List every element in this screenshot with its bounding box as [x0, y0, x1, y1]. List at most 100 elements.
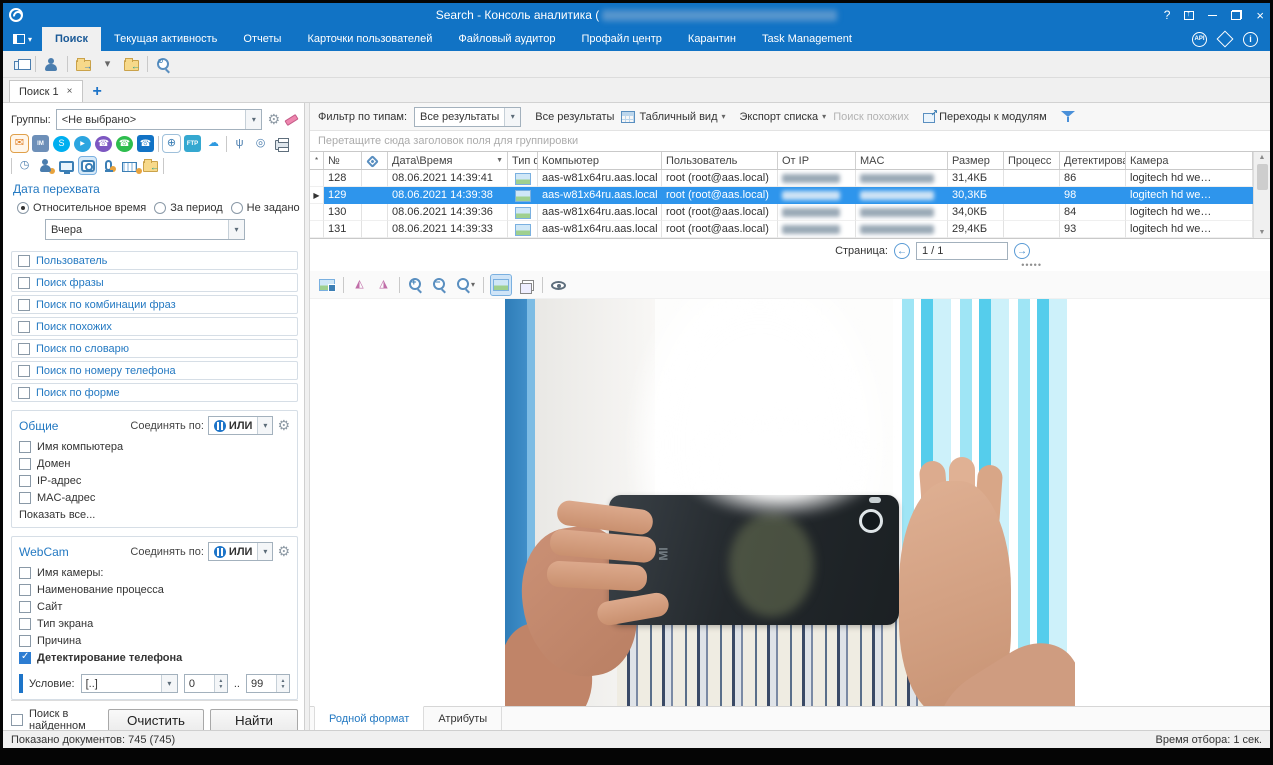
column-header-5[interactable]: Компьютер	[538, 152, 662, 169]
monitor-icon[interactable]	[58, 157, 75, 174]
groups-select[interactable]: <Не выбрано> ▾	[56, 109, 263, 130]
filter-panel-3[interactable]: Поиск похожих	[11, 317, 298, 336]
spinner-arrows-icon[interactable]: ▲▼	[276, 675, 289, 692]
mail-icon[interactable]: ✉	[11, 135, 28, 152]
join-by-select[interactable]: ИЛИ ▾	[208, 416, 274, 435]
clock-icon[interactable]: ◷	[16, 157, 33, 174]
column-header-8[interactable]: MAC	[856, 152, 948, 169]
webcam-icon[interactable]	[79, 157, 96, 174]
zoom-level-icon[interactable]: ▾	[455, 276, 476, 293]
search-in-found-checkbox[interactable]	[11, 714, 23, 726]
cloud-icon[interactable]: ☁	[205, 135, 222, 152]
scroll-up-icon[interactable]: ▲	[1259, 154, 1266, 161]
save-image-icon[interactable]	[318, 276, 336, 293]
eraser-icon[interactable]	[284, 114, 298, 126]
checkbox[interactable]	[19, 635, 31, 647]
main-menu-button[interactable]: ▾	[3, 27, 42, 51]
column-header-6[interactable]: Пользователь	[662, 152, 778, 169]
join-by-select[interactable]: ИЛИ ▾	[208, 542, 274, 561]
minimize-button[interactable]	[1208, 15, 1217, 16]
usb-icon[interactable]: ψ	[231, 135, 248, 152]
info-icon[interactable]: i	[1243, 32, 1258, 47]
checkbox[interactable]	[18, 277, 30, 289]
column-header-0[interactable]: *	[310, 152, 324, 169]
column-header-11[interactable]: Детектирова	[1060, 152, 1126, 169]
user-search-icon[interactable]	[43, 56, 60, 73]
find-button[interactable]: Найти	[210, 709, 298, 731]
menu-tab-user-cards[interactable]: Карточки пользователей	[294, 27, 445, 51]
filter-panel-1[interactable]: Поиск фразы	[11, 273, 298, 292]
column-header-4[interactable]: Тип фа	[508, 152, 538, 169]
viber-icon[interactable]: ☎	[95, 136, 112, 152]
copy-image-icon[interactable]	[518, 276, 535, 293]
id-search-icon[interactable]: ID	[155, 56, 172, 73]
ftp-icon[interactable]: FTP	[184, 135, 201, 152]
checkbox-item[interactable]: Детектирование телефона	[19, 650, 290, 666]
column-header-10[interactable]: Процесс	[1004, 152, 1060, 169]
zoom-out-icon[interactable]: −	[431, 276, 448, 293]
tab-attributes[interactable]: Атрибуты	[424, 707, 502, 730]
goto-modules-button[interactable]: Переходы к модулям	[923, 111, 1047, 123]
checkbox[interactable]	[19, 601, 31, 613]
spinner-arrows-icon[interactable]: ▲▼	[214, 675, 227, 692]
rotate-right-icon[interactable]: ◮	[375, 276, 392, 293]
filter-funnel-icon[interactable]	[1061, 110, 1075, 123]
checkbox-item[interactable]: Причина	[19, 633, 290, 649]
radio-period[interactable]: За период	[154, 202, 222, 214]
checkbox[interactable]	[19, 441, 31, 453]
page-input[interactable]: 1 / 1	[916, 242, 1008, 260]
radio-not-set[interactable]: Не задано	[231, 202, 300, 214]
next-page-button[interactable]: →	[1014, 243, 1030, 259]
folder-import-icon[interactable]	[123, 56, 140, 73]
pin-window-button[interactable]	[1184, 11, 1194, 20]
menu-tab-profile-center[interactable]: Профайл центр	[568, 27, 674, 51]
scroll-down-icon[interactable]: ▼	[1259, 229, 1266, 236]
filter-panel-0[interactable]: Пользователь	[11, 251, 298, 270]
checkbox-item[interactable]: Имя компьютера	[19, 439, 290, 455]
checkbox[interactable]	[18, 255, 30, 267]
export-caret-icon[interactable]: ▾	[99, 56, 116, 73]
checkbox-item[interactable]: Наименование процесса	[19, 582, 290, 598]
menu-tab-task-management[interactable]: Task Management	[749, 27, 865, 51]
menu-tab-current-activity[interactable]: Текущая активность	[101, 27, 230, 51]
telegram-icon[interactable]: ▶	[74, 136, 91, 152]
result-row-128[interactable]: 12808.06.2021 14:39:41aas-w81x64ru.aas.l…	[310, 170, 1253, 187]
column-header-9[interactable]: Размер	[948, 152, 1004, 169]
type-filter-select[interactable]: Все результаты ▾	[414, 107, 521, 127]
radio-relative-time[interactable]: Относительное время	[17, 202, 146, 214]
column-header-12[interactable]: Камера	[1126, 152, 1253, 169]
device-icon[interactable]: ◎	[252, 135, 269, 152]
checkbox[interactable]	[18, 387, 30, 399]
checkbox[interactable]	[19, 475, 31, 487]
tab-native-format[interactable]: Родной формат	[314, 706, 424, 730]
checkbox[interactable]	[19, 458, 31, 470]
checkbox[interactable]	[19, 618, 31, 630]
groups-settings-gear-icon[interactable]: ⚙	[267, 111, 280, 128]
checkbox-item[interactable]: IP-адрес	[19, 473, 290, 489]
restore-button[interactable]	[1231, 10, 1242, 20]
printer-icon[interactable]	[273, 135, 290, 152]
close-tab-icon[interactable]: ×	[67, 86, 73, 97]
folder-import-icon[interactable]	[142, 157, 159, 174]
menu-tab-quarantine[interactable]: Карантин	[675, 27, 749, 51]
close-button[interactable]: ×	[1256, 9, 1264, 22]
result-row-129[interactable]: ▶12908.06.2021 14:39:38aas-w81x64ru.aas.…	[310, 187, 1253, 204]
checkbox[interactable]	[18, 365, 30, 377]
im-icon[interactable]: IM	[32, 135, 49, 152]
keyboard-icon[interactable]	[121, 157, 138, 174]
menu-tab-search[interactable]: Поиск	[42, 27, 101, 51]
microphone-icon[interactable]	[100, 157, 117, 174]
column-header-3[interactable]: Дата\Время▼	[388, 152, 508, 169]
checkbox-item[interactable]: Домен	[19, 456, 290, 472]
skype-icon[interactable]: S	[53, 136, 70, 152]
windows-cascade-icon[interactable]	[11, 56, 28, 73]
checkbox[interactable]	[18, 343, 30, 355]
table-view-button[interactable]: Табличный вид ▾	[621, 110, 725, 123]
checkbox[interactable]	[19, 584, 31, 596]
column-header-7[interactable]: От IP	[778, 152, 856, 169]
api-icon[interactable]: API	[1192, 32, 1207, 47]
checkbox[interactable]	[19, 492, 31, 504]
add-tab-button[interactable]: +	[83, 82, 112, 102]
column-header-1[interactable]: №	[324, 152, 362, 169]
condition-to-stepper[interactable]: 99 ▲▼	[246, 674, 290, 693]
